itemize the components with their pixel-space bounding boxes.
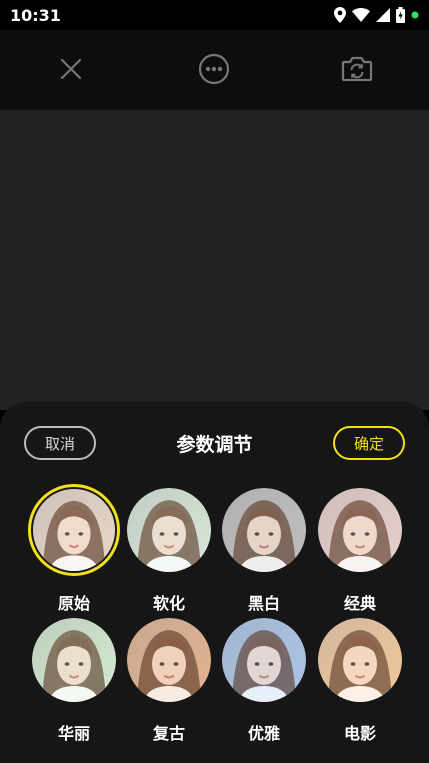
filter-thumbnail (28, 484, 120, 576)
filter-item[interactable]: 经典 (312, 488, 408, 618)
filter-item[interactable]: 复古 (121, 618, 217, 748)
filter-item[interactable]: 原始 (26, 484, 122, 618)
filter-label: 华丽 (57, 724, 90, 743)
location-icon (334, 7, 346, 23)
battery-charging-icon (396, 7, 405, 23)
filter-label: 原始 (57, 594, 90, 613)
filter-item[interactable]: 电影 (312, 618, 408, 748)
portrait-image (127, 488, 211, 572)
portrait-image (32, 618, 116, 702)
filter-item[interactable]: 优雅 (216, 618, 312, 748)
wifi-icon (352, 8, 370, 22)
more-button[interactable] (197, 53, 231, 89)
status-bar: 10:31 (0, 0, 429, 30)
filter-label: 黑白 (247, 594, 280, 613)
filter-item[interactable]: 软化 (121, 488, 217, 618)
portrait-image (33, 489, 115, 571)
filter-label: 电影 (343, 724, 376, 743)
portrait-image (222, 618, 306, 702)
switch-camera-button[interactable] (340, 54, 374, 88)
filter-item[interactable]: 华丽 (26, 618, 122, 748)
signal-icon (376, 8, 390, 22)
filter-label: 软化 (152, 594, 185, 613)
filter-thumbnail (222, 488, 306, 572)
green-dot-icon (411, 11, 419, 19)
filter-thumbnail (127, 488, 211, 572)
camera-toolbar (0, 30, 429, 110)
portrait-image (222, 488, 306, 572)
filter-thumbnail (32, 618, 116, 702)
filter-label: 复古 (152, 724, 185, 743)
filter-thumbnail (318, 488, 402, 572)
portrait-image (318, 488, 402, 572)
portrait-image (318, 618, 402, 702)
more-icon (198, 53, 230, 89)
filter-item[interactable]: 黑白 (216, 488, 312, 618)
filter-thumbnail (127, 618, 211, 702)
close-icon (60, 58, 82, 84)
status-icons (334, 6, 419, 24)
portrait-image (127, 618, 211, 702)
close-button[interactable] (54, 54, 88, 88)
filter-label: 经典 (343, 594, 376, 613)
camera-preview (0, 110, 429, 410)
status-time: 10:31 (10, 6, 61, 25)
confirm-button[interactable]: 确定 (333, 426, 405, 460)
filter-thumbnail (318, 618, 402, 702)
filter-thumbnail (222, 618, 306, 702)
filter-label: 优雅 (247, 724, 280, 743)
filter-panel: 取消 参数调节 确定 原始 软化 黑白 经典 华丽 复古 优雅 电影 (0, 402, 429, 763)
camera-switch-icon (341, 55, 373, 87)
